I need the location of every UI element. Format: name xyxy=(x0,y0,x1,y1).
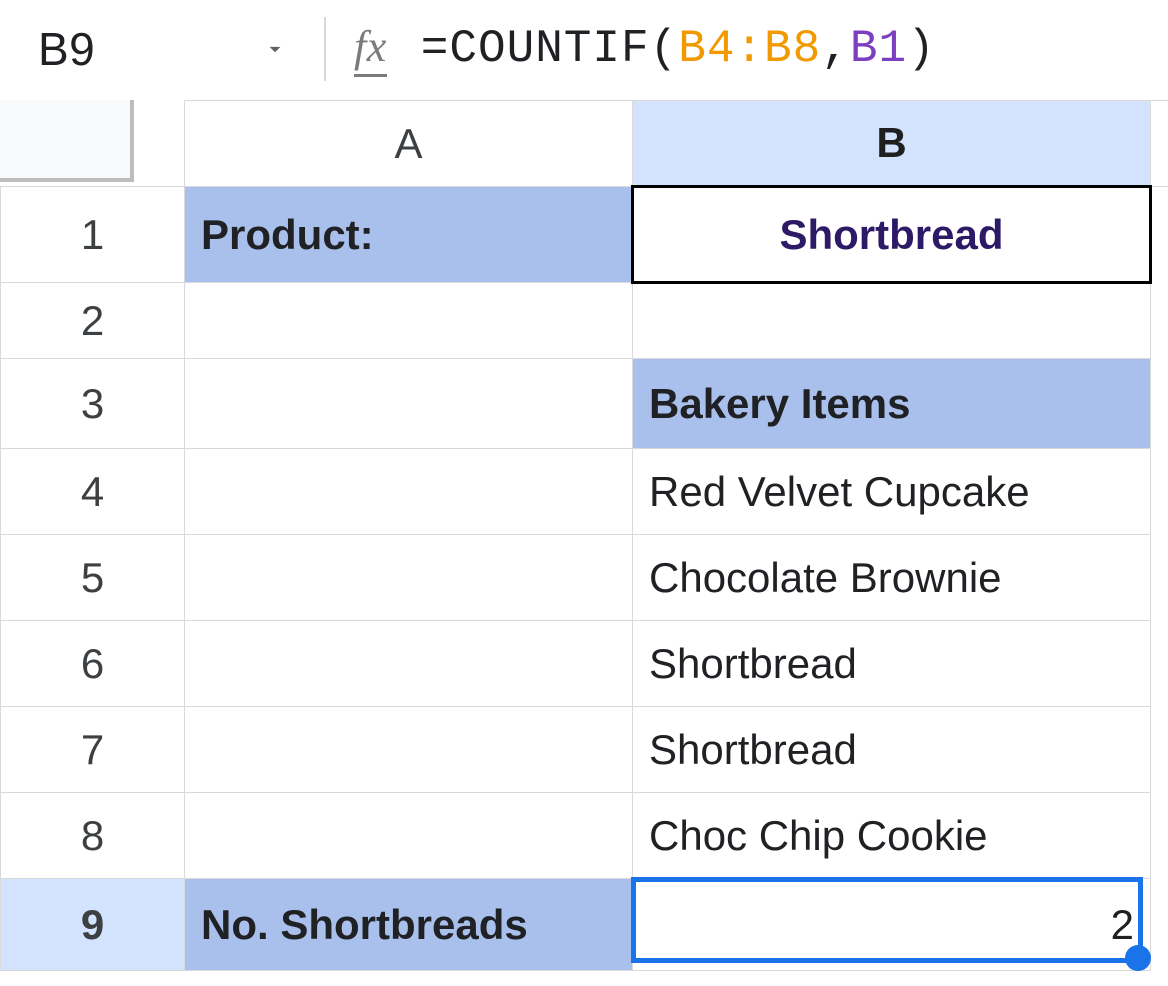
cell-A6[interactable] xyxy=(185,621,633,707)
fx-icon: fx xyxy=(354,21,387,77)
row-header-1[interactable]: 1 xyxy=(1,187,185,283)
row-8: 8 Choc Chip Cookie xyxy=(1,793,1168,879)
cell-B4[interactable]: Red Velvet Cupcake xyxy=(633,449,1151,535)
row-header-6[interactable]: 6 xyxy=(1,621,185,707)
row-header-2[interactable]: 2 xyxy=(1,283,185,359)
col-edge xyxy=(1151,101,1168,187)
cell-B7[interactable]: Shortbread xyxy=(633,707,1151,793)
row-1: 1 Product: Shortbread xyxy=(1,187,1168,283)
cell-A2[interactable] xyxy=(185,283,633,359)
row-header-5[interactable]: 5 xyxy=(1,535,185,621)
cell-B9[interactable]: 2 xyxy=(633,879,1151,971)
column-headers: A B xyxy=(1,101,1168,187)
cell-B2[interactable] xyxy=(633,283,1151,359)
cell-A9[interactable]: No. Shortbreads xyxy=(185,879,633,971)
row-6: 6 Shortbread xyxy=(1,621,1168,707)
row-header-9[interactable]: 9 xyxy=(1,879,185,971)
edge xyxy=(1151,187,1168,283)
name-box[interactable]: B9 xyxy=(38,22,318,76)
sheet-table: A B 1 Product: Shortbread 2 3 Bakery Ite… xyxy=(0,100,1168,971)
name-box-ref: B9 xyxy=(38,22,95,76)
cell-A7[interactable] xyxy=(185,707,633,793)
cell-A8[interactable] xyxy=(185,793,633,879)
cell-A5[interactable] xyxy=(185,535,633,621)
col-header-B[interactable]: B xyxy=(633,101,1151,187)
row-header-3[interactable]: 3 xyxy=(1,359,185,449)
row-2: 2 xyxy=(1,283,1168,359)
select-all-corner[interactable] xyxy=(0,100,134,182)
cell-B1[interactable]: Shortbread xyxy=(633,187,1151,283)
cell-B6[interactable]: Shortbread xyxy=(633,621,1151,707)
row-5: 5 Chocolate Brownie xyxy=(1,535,1168,621)
formula-bar: B9 fx =COUNTIF(B4:B8,B1) xyxy=(0,0,1168,100)
row-header-4[interactable]: 4 xyxy=(1,449,185,535)
row-3: 3 Bakery Items xyxy=(1,359,1168,449)
row-7: 7 Shortbread xyxy=(1,707,1168,793)
spreadsheet-viewport: B9 fx =COUNTIF(B4:B8,B1) A B 1 Product: xyxy=(0,0,1168,986)
row-4: 4 Red Velvet Cupcake xyxy=(1,449,1168,535)
cell-B5[interactable]: Chocolate Brownie xyxy=(633,535,1151,621)
cell-B8[interactable]: Choc Chip Cookie xyxy=(633,793,1151,879)
row-9: 9 No. Shortbreads 2 xyxy=(1,879,1168,971)
row-header-7[interactable]: 7 xyxy=(1,707,185,793)
name-box-dropdown-icon[interactable] xyxy=(262,36,288,62)
cell-A3[interactable] xyxy=(185,359,633,449)
formula-input[interactable]: =COUNTIF(B4:B8,B1) xyxy=(421,23,936,75)
col-header-A[interactable]: A xyxy=(185,101,633,187)
row-header-8[interactable]: 8 xyxy=(1,793,185,879)
cell-A1[interactable]: Product: xyxy=(185,187,633,283)
formula-bar-divider xyxy=(324,17,326,81)
cell-A4[interactable] xyxy=(185,449,633,535)
grid: A B 1 Product: Shortbread 2 3 Bakery Ite… xyxy=(0,100,1168,971)
cell-B3[interactable]: Bakery Items xyxy=(633,359,1151,449)
